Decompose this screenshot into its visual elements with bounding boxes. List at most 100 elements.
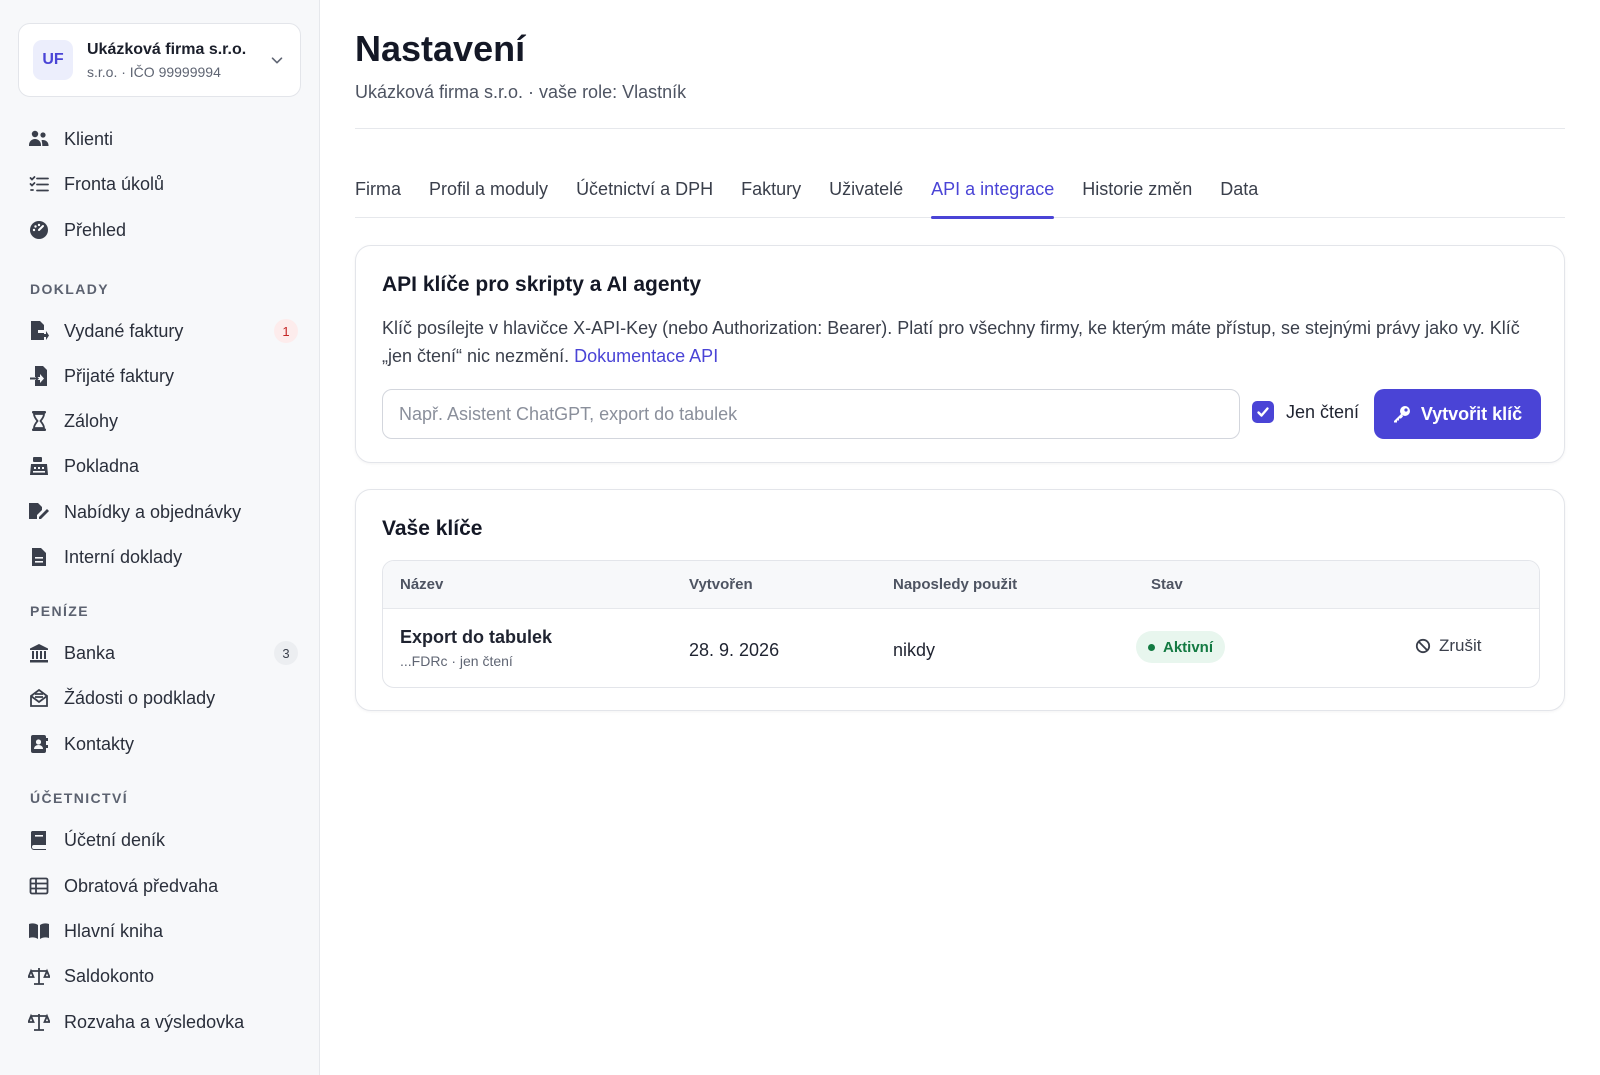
hourglass-icon <box>28 410 50 432</box>
sidebar-item-label: Kontakty <box>64 733 135 754</box>
readonly-label: Jen čtení <box>1286 401 1360 422</box>
key-name-input[interactable] <box>382 389 1240 439</box>
readonly-checkbox[interactable] <box>1252 401 1274 423</box>
key-meta: ...FDRc · jen čtení <box>400 653 513 669</box>
unread-count-badge: 1 <box>274 319 298 343</box>
sidebar-item-saldokonto[interactable]: Saldokonto <box>28 958 298 994</box>
sidebar-item-obratova-predvaha[interactable]: Obratová předvaha <box>28 868 298 904</box>
page-title: Nastavení <box>355 28 526 69</box>
status-badge: Aktivní <box>1136 631 1226 663</box>
tab-api-a-integrace[interactable]: API a integrace <box>931 172 1055 219</box>
tab-historie-zmen[interactable]: Historie změn <box>1082 172 1192 218</box>
task-list-icon <box>28 173 50 195</box>
revoke-label: Zrušit <box>1439 636 1482 655</box>
your-keys-title: Vaše klíče <box>382 517 483 540</box>
company-switcher[interactable]: UF Ukázková firma s.r.o. s.r.o. · IČO 99… <box>18 23 301 97</box>
tab-profil-a-moduly[interactable]: Profil a moduly <box>429 172 548 218</box>
section-title-doklady: DOKLADY <box>30 281 110 297</box>
file-import-icon <box>28 365 50 387</box>
checkmark-icon <box>1257 407 1269 417</box>
column-header-created: Vytvořen <box>689 576 753 593</box>
sidebar-item-rozvaha-vysledovka[interactable]: Rozvaha a výsledovka <box>28 1004 298 1040</box>
sidebar: UF Ukázková firma s.r.o. s.r.o. · IČO 99… <box>0 0 320 1075</box>
sidebar-item-hlavni-kniha[interactable]: Hlavní kniha <box>28 913 298 949</box>
envelope-open-icon <box>28 687 50 709</box>
sidebar-item-label: Rozvaha a výsledovka <box>64 1011 245 1032</box>
scale-icon <box>28 965 50 987</box>
column-header-status: Stav <box>1151 576 1183 593</box>
sidebar-item-pokladna[interactable]: Pokladna <box>28 448 298 484</box>
create-key-label: Vytvořit klíč <box>1420 403 1523 424</box>
sidebar-item-label: Pokladna <box>64 455 140 476</box>
cash-register-icon <box>28 455 50 477</box>
sidebar-item-label: Interní doklady <box>64 546 183 567</box>
key-name: Export do tabulek <box>400 627 553 647</box>
sidebar-item-nabidky-objednavky[interactable]: Nabídky a objednávky <box>28 494 298 530</box>
api-docs-link[interactable]: Dokumentace API <box>574 346 718 366</box>
sidebar-item-kontakty[interactable]: Kontakty <box>28 726 298 762</box>
api-card-description: Klíč posílejte v hlavičce X-API-Key (neb… <box>382 314 1542 370</box>
sidebar-item-label: Přijaté faktury <box>64 365 175 386</box>
create-key-button[interactable]: Vytvořit klíč <box>1374 389 1541 439</box>
sidebar-item-prehled[interactable]: Přehled <box>28 212 298 248</box>
sidebar-item-zalohy[interactable]: Zálohy <box>28 403 298 439</box>
sidebar-item-label: Hlavní kniha <box>64 920 164 941</box>
book-open-icon <box>28 920 50 942</box>
revoke-key-button[interactable]: Zrušit <box>1415 636 1482 656</box>
company-name: Ukázková firma s.r.o. <box>87 40 247 58</box>
file-signature-icon <box>28 501 50 523</box>
sidebar-item-fronta-ukolu[interactable]: Fronta úkolů <box>28 166 298 202</box>
header-divider <box>355 128 1565 129</box>
tab-ucetnictvi-a-dph[interactable]: Účetnictví a DPH <box>576 172 713 218</box>
sidebar-item-label: Saldokonto <box>64 965 155 986</box>
journal-icon <box>28 829 50 851</box>
sidebar-item-klienti[interactable]: Klienti <box>28 121 298 157</box>
address-book-icon <box>28 733 50 755</box>
tab-faktury[interactable]: Faktury <box>741 172 801 218</box>
tab-uzivatele[interactable]: Uživatelé <box>829 172 903 218</box>
chevron-down-icon <box>271 57 283 64</box>
file-export-icon <box>28 320 50 342</box>
status-dot <box>1148 643 1155 651</box>
sidebar-item-banka[interactable]: Banka 3 <box>28 635 298 671</box>
sidebar-item-label: Zálohy <box>64 410 119 431</box>
section-title-penize: PENÍZE <box>30 603 89 619</box>
key-created-date: 28. 9. 2026 <box>689 640 780 660</box>
sidebar-item-label: Vydané faktury <box>64 320 184 341</box>
document-icon <box>28 546 50 568</box>
readonly-checkbox-field[interactable]: Jen čtení <box>1252 401 1359 423</box>
sidebar-item-label: Nabídky a objednávky <box>64 501 242 522</box>
tab-firma[interactable]: Firma <box>355 172 401 218</box>
sidebar-item-ucetni-denik[interactable]: Účetní deník <box>28 822 298 858</box>
company-details: s.r.o. · IČO 99999994 <box>87 63 221 80</box>
column-header-last-used: Naposledy použit <box>893 576 1018 593</box>
balance-icon <box>28 1011 50 1033</box>
dashboard-icon <box>28 219 50 241</box>
sidebar-item-zadosti-o-podklady[interactable]: Žádosti o podklady <box>28 680 298 716</box>
api-description-text: Klíč posílejte v hlavičce X-API-Key (neb… <box>382 318 1520 366</box>
sidebar-item-label: Banka <box>64 642 116 663</box>
sidebar-item-label: Obratová předvaha <box>64 875 219 896</box>
count-badge: 3 <box>274 641 298 665</box>
ban-icon <box>1415 638 1431 654</box>
key-icon <box>1393 405 1411 423</box>
sidebar-item-label: Fronta úkolů <box>64 173 165 194</box>
keys-table: Název Vytvořen Naposledy použit Stav Exp… <box>382 560 1540 688</box>
sidebar-item-label: Klienti <box>64 128 114 149</box>
table-icon <box>28 875 50 897</box>
bank-icon <box>28 642 50 664</box>
tab-data[interactable]: Data <box>1220 172 1258 218</box>
sidebar-item-vydane-faktury[interactable]: Vydané faktury 1 <box>28 313 298 349</box>
sidebar-item-prijate-faktury[interactable]: Přijaté faktury <box>28 358 298 394</box>
sidebar-item-label: Účetní deník <box>64 829 166 850</box>
your-keys-card: Vaše klíče Název Vytvořen Naposledy použ… <box>355 489 1565 711</box>
column-header-name: Název <box>400 576 444 593</box>
api-keys-card: API klíče pro skripty a AI agenty Klíč p… <box>355 245 1565 463</box>
sidebar-item-label: Žádosti o podklady <box>64 687 216 708</box>
page-subtitle: Ukázková firma s.r.o. · vaše role: Vlast… <box>355 82 687 102</box>
api-card-title: API klíče pro skripty a AI agenty <box>382 273 701 296</box>
sidebar-item-label: Přehled <box>64 219 127 240</box>
sidebar-item-interni-doklady[interactable]: Interní doklady <box>28 539 298 575</box>
settings-tabs: Firma Profil a moduly Účetnictví a DPH F… <box>355 172 1565 219</box>
status-label: Aktivní <box>1163 638 1214 656</box>
